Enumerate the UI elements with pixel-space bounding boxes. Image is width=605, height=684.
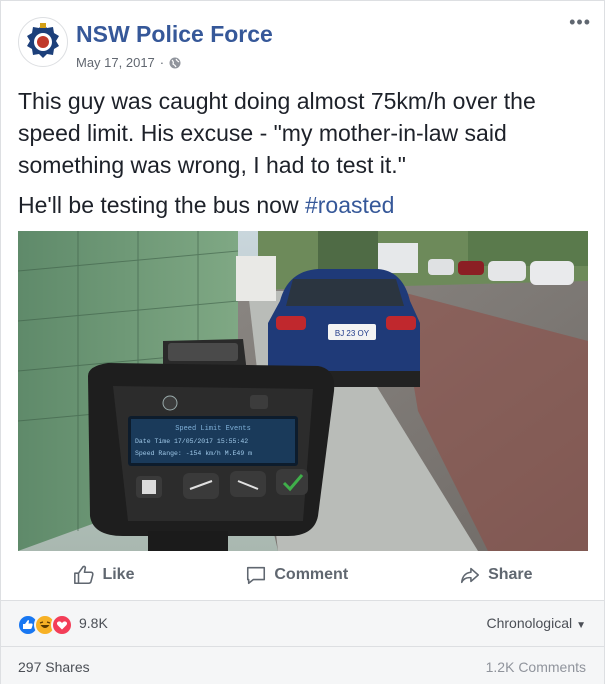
- comment-button[interactable]: Comment: [245, 564, 348, 586]
- share-arrow-icon: [461, 567, 480, 584]
- post-text: This guy was caught doing almost 75km/h …: [18, 85, 588, 229]
- share-label: Share: [488, 566, 533, 583]
- device-screen-title: Speed Limit Events: [175, 425, 251, 433]
- comment-label: Comment: [274, 566, 349, 583]
- comment-icon: [247, 566, 266, 585]
- sort-label: Chronological: [486, 615, 573, 631]
- shares-count[interactable]: 297 Shares: [18, 659, 90, 675]
- caret-down-icon: ▼: [576, 620, 586, 631]
- page-avatar[interactable]: [18, 17, 68, 67]
- post-actions: Like Comment Share: [18, 557, 588, 593]
- speed-gun-photo: BJ 23 OY Speed Limit Events Date Time 17…: [18, 231, 588, 551]
- comment-sort-dropdown[interactable]: Chronological ▼: [486, 615, 586, 631]
- like-label: Like: [102, 566, 135, 583]
- comments-count[interactable]: 1.2K Comments: [486, 659, 586, 675]
- post-text-line: He'll be testing the bus now: [18, 192, 305, 218]
- reaction-count[interactable]: 9.8K: [79, 615, 108, 631]
- post-text-paragraph-1: This guy was caught doing almost 75km/h …: [18, 88, 536, 178]
- post-header: NSW Police Force May 17, 2017 · •••: [18, 13, 590, 70]
- post-text-paragraph-2: He'll be testing the bus now #roasted: [18, 189, 588, 221]
- hashtag-link[interactable]: #roasted: [305, 192, 395, 218]
- speed-gun: Speed Limit Events Date Time 17/05/2017 …: [88, 339, 335, 551]
- thumbs-up-icon: [74, 565, 95, 585]
- more-options-icon[interactable]: •••: [569, 13, 591, 31]
- post-photo[interactable]: BJ 23 OY Speed Limit Events Date Time 17…: [18, 231, 588, 551]
- share-button[interactable]: Share: [459, 564, 533, 586]
- reactions-bar: 9.8K Chronological ▼: [1, 600, 604, 646]
- like-button[interactable]: Like: [73, 564, 134, 586]
- shares-bar: 297 Shares 1.2K Comments: [1, 646, 604, 684]
- device-screen-speed: Speed Range: -154 km/h M.E49 m: [135, 450, 252, 457]
- police-badge-icon: [21, 20, 65, 64]
- reaction-icons[interactable]: [17, 614, 73, 636]
- number-plate: BJ 23 OY: [335, 329, 370, 338]
- globe-icon[interactable]: [169, 57, 181, 69]
- love-reaction-icon: [51, 614, 73, 636]
- post-card: NSW Police Force May 17, 2017 · ••• This…: [0, 0, 605, 684]
- post-meta: May 17, 2017 ·: [76, 55, 181, 70]
- post-date[interactable]: May 17, 2017: [76, 55, 155, 70]
- device-screen-date: Date Time 17/05/2017 15:55:42: [135, 438, 248, 445]
- page-name[interactable]: NSW Police Force: [76, 21, 273, 48]
